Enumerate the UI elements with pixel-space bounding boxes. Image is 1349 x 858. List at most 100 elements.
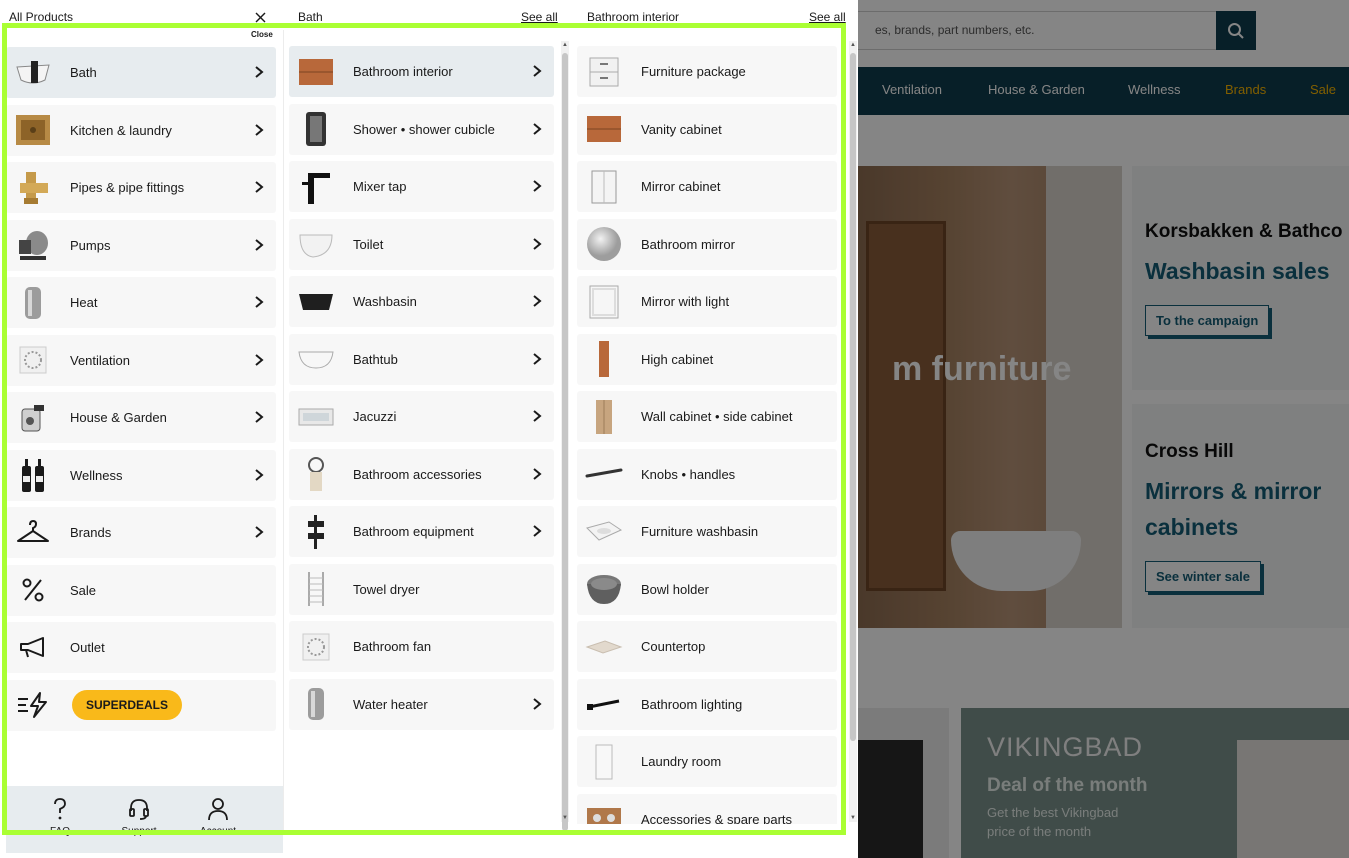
vanity-drawers-icon: [297, 53, 335, 91]
mirror-cabinet-icon: [585, 168, 623, 206]
toilet-icon: [297, 225, 335, 263]
item-vanity-cabinet[interactable]: Vanity cabinet: [577, 103, 837, 155]
question-icon: [54, 798, 66, 820]
subcategory-bathroom-fan[interactable]: Bathroom fan: [289, 621, 554, 672]
chevron-right-icon: [255, 353, 264, 366]
superdeals-button[interactable]: SUPERDEALS: [72, 690, 183, 720]
subcategory-water-heater[interactable]: Water heater: [289, 678, 554, 730]
item-wall-cabinet[interactable]: Wall cabinet • side cabinet: [577, 391, 837, 442]
chevron-right-icon: [255, 238, 264, 251]
percent-icon: [14, 571, 52, 609]
chevron-right-icon: [533, 697, 542, 710]
category-brands[interactable]: Brands: [6, 507, 276, 558]
category-wellness[interactable]: Wellness: [6, 449, 276, 501]
scroll-down-icon[interactable]: ▼: [561, 814, 569, 822]
category-pumps[interactable]: Pumps: [6, 219, 276, 271]
subcategory-scrollbar[interactable]: ▲ ▼: [561, 41, 569, 831]
subcategory-jacuzzi[interactable]: Jacuzzi: [289, 391, 554, 442]
subcategory-bathroom-equipment[interactable]: Bathroom equipment: [289, 506, 554, 557]
category-house-garden[interactable]: House & Garden: [6, 392, 276, 443]
laundry-cabinet-icon: [585, 743, 623, 781]
chevron-right-icon: [255, 123, 264, 136]
chevron-right-icon: [533, 180, 542, 192]
item-knobs-handles[interactable]: Knobs • handles: [577, 448, 837, 500]
lit-mirror-icon: [585, 283, 623, 321]
chevron-right-icon: [255, 468, 264, 481]
chevron-right-icon: [533, 467, 542, 480]
subcategory-mixer-tap[interactable]: Mixer tap: [289, 161, 554, 212]
col2-header: Bath: [298, 10, 323, 24]
pump-icon: [14, 226, 52, 264]
category-pipes[interactable]: Pipes & pipe fittings: [6, 162, 276, 213]
chevron-right-icon: [533, 525, 542, 537]
towel-dryer-icon: [297, 570, 335, 608]
category-heat[interactable]: Heat: [6, 277, 276, 328]
bathroom-fan-icon: [297, 628, 335, 666]
close-x-icon[interactable]: [255, 12, 266, 23]
pipe-fitting-icon: [14, 169, 52, 207]
category-superdeals[interactable]: SUPERDEALS: [6, 679, 276, 731]
handle-icon: [585, 455, 623, 493]
chevron-right-icon: [533, 65, 542, 77]
vent-icon: [14, 341, 52, 379]
mixer-tap-icon: [297, 168, 335, 206]
close-button[interactable]: Close: [251, 30, 273, 39]
item-bathroom-mirror[interactable]: Bathroom mirror: [577, 218, 837, 270]
item-bathroom-lighting[interactable]: Bathroom lighting: [577, 678, 837, 730]
chevron-right-icon: [533, 410, 542, 422]
item-high-cabinet[interactable]: High cabinet: [577, 333, 837, 385]
category-sale[interactable]: Sale: [6, 564, 276, 616]
countertop-icon: [585, 628, 623, 666]
chevron-right-icon: [533, 352, 542, 365]
category-outlet[interactable]: Outlet: [6, 622, 276, 673]
vanity-cabinet-icon: [585, 110, 623, 148]
subcategory-bathtub[interactable]: Bathtub: [289, 333, 554, 385]
item-scrollbar[interactable]: ▲ ▼: [849, 41, 857, 822]
subcategory-list: Bathroom interior Shower • shower cubicl…: [289, 46, 554, 736]
washbasin-icon: [297, 283, 335, 321]
footer-support[interactable]: Support: [111, 797, 167, 837]
chevron-right-icon: [533, 295, 542, 307]
subcategory-bathroom-accessories[interactable]: Bathroom accessories: [289, 448, 554, 500]
water-heater-icon: [14, 284, 52, 322]
category-kitchen-laundry[interactable]: Kitchen & laundry: [6, 104, 276, 156]
item-list: Furniture package Vanity cabinet Mirror …: [577, 46, 837, 824]
subcategory-bathroom-interior[interactable]: Bathroom interior: [289, 46, 554, 97]
col3-see-all-link[interactable]: See all: [809, 10, 846, 24]
subcategory-toilet[interactable]: Toilet: [289, 218, 554, 270]
scroll-up-icon[interactable]: ▲: [849, 41, 857, 49]
menu-footer: FAQ Support Account: [6, 786, 283, 853]
item-mirror-cabinet[interactable]: Mirror cabinet: [577, 161, 837, 212]
category-bath[interactable]: Bath: [6, 47, 276, 98]
item-laundry-room[interactable]: Laundry room: [577, 736, 837, 787]
hanger-icon: [14, 514, 52, 552]
megaphone-icon: [14, 629, 52, 667]
item-furniture-package[interactable]: Furniture package: [577, 46, 837, 97]
furniture-washbasin-icon: [585, 513, 623, 551]
footer-faq[interactable]: FAQ: [32, 797, 88, 837]
item-bowl-holder[interactable]: Bowl holder: [577, 563, 837, 615]
col3-header: Bathroom interior: [587, 10, 680, 24]
subcategory-towel-dryer[interactable]: Towel dryer: [289, 563, 554, 615]
lightning-speed-icon: [14, 686, 52, 724]
jacuzzi-icon: [297, 398, 335, 436]
item-countertop[interactable]: Countertop: [577, 621, 837, 672]
round-mirror-icon: [585, 225, 623, 263]
wall-cabinet-icon: [585, 398, 623, 436]
chevron-right-icon: [255, 411, 264, 423]
user-icon: [208, 798, 228, 821]
scroll-down-icon[interactable]: ▼: [849, 814, 857, 822]
footer-account[interactable]: Account: [190, 797, 246, 837]
subcategory-washbasin[interactable]: Washbasin: [289, 276, 554, 327]
item-accessories-spare-parts[interactable]: Accessories & spare parts: [577, 793, 837, 824]
wall-light-icon: [585, 685, 623, 723]
chevron-right-icon: [255, 526, 264, 538]
item-furniture-washbasin[interactable]: Furniture washbasin: [577, 506, 837, 557]
category-list: Bath Kitchen & laundry Pipes & pipe fitt…: [6, 47, 276, 737]
scroll-up-icon[interactable]: ▲: [561, 41, 569, 49]
subcategory-shower[interactable]: Shower • shower cubicle: [289, 103, 554, 155]
category-ventilation[interactable]: Ventilation: [6, 334, 276, 386]
chevron-right-icon: [533, 122, 542, 135]
item-mirror-with-light[interactable]: Mirror with light: [577, 276, 837, 327]
col2-see-all-link[interactable]: See all: [521, 10, 558, 24]
